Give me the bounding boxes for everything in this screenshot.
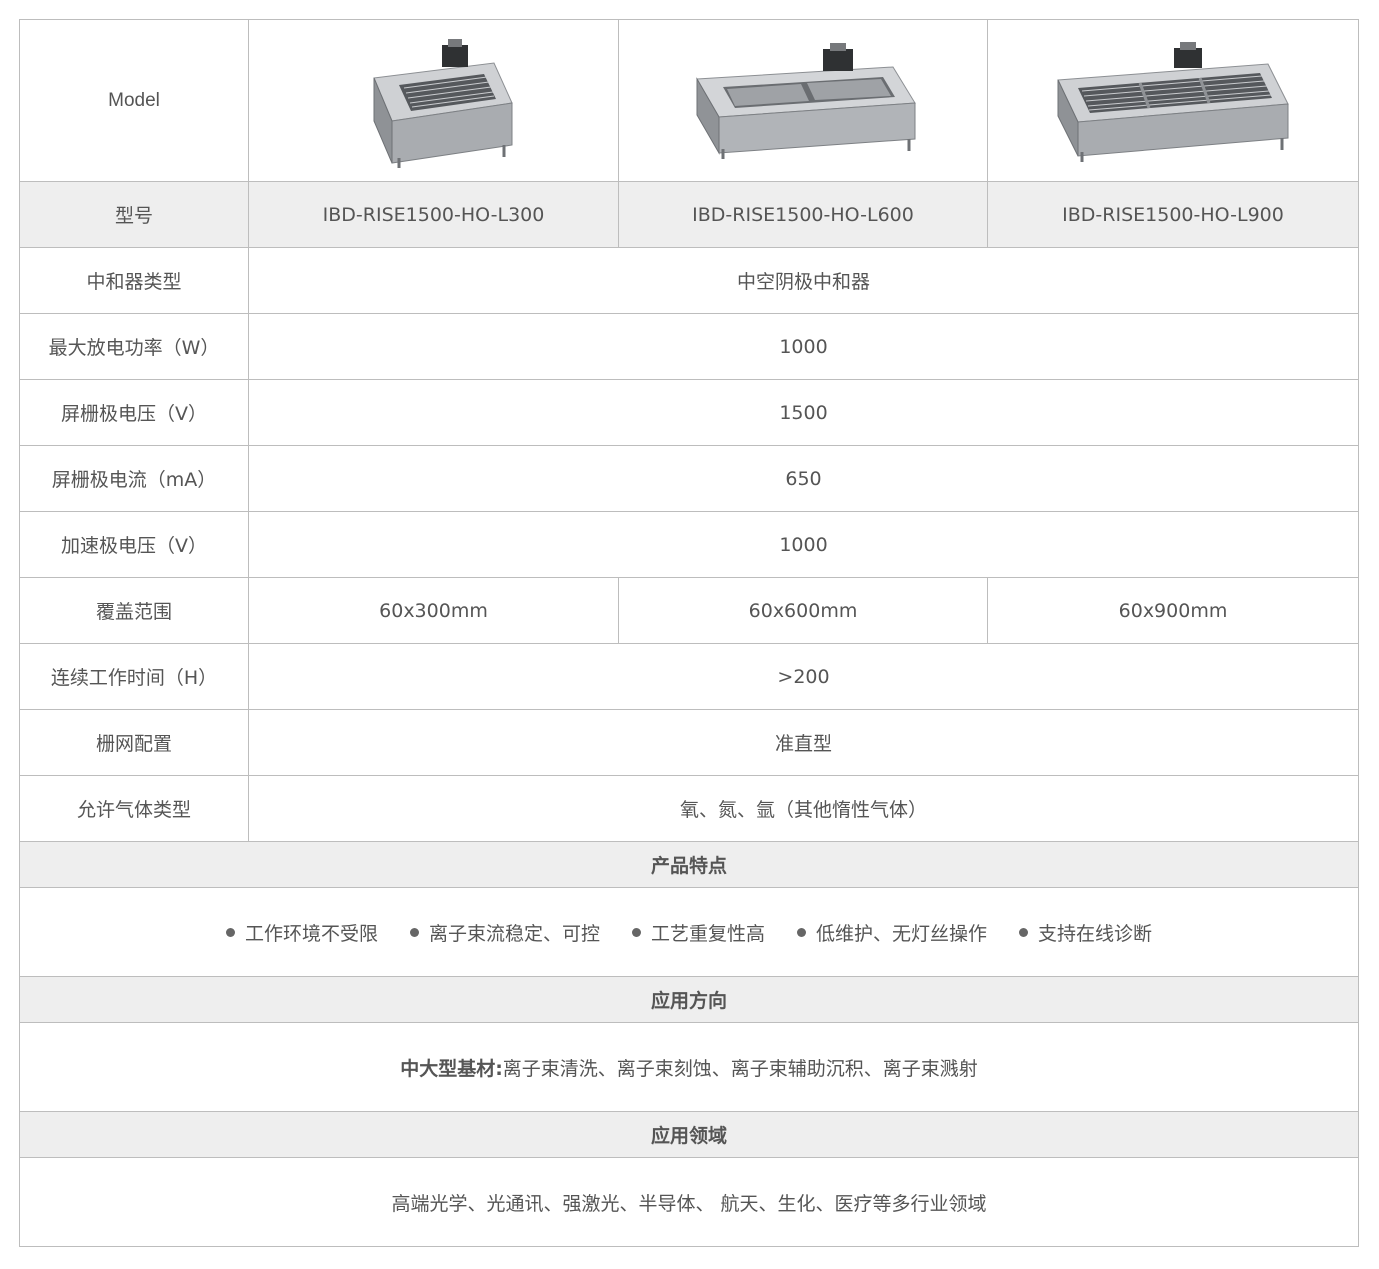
feature-item: 支持在线诊断 [1019, 919, 1152, 946]
screen-current-label: 屏栅极电流（mA） [19, 445, 249, 512]
continuous-time-label: 连续工作时间（H） [19, 643, 249, 710]
features-title-row: 产品特点 [19, 841, 1359, 888]
gas-types-label: 允许气体类型 [19, 775, 249, 842]
discharge-power-label: 最大放电功率（W） [19, 313, 249, 380]
fields-row: 高端光学、光通讯、强激光、半导体、 航天、生化、医疗等多行业领域 [19, 1157, 1359, 1247]
screen-voltage-label: 屏栅极电压（V） [19, 379, 249, 446]
feature-item: 工艺重复性高 [631, 919, 765, 946]
coverage-row: 覆盖范围 60x300mm 60x600mm 60x900mm [19, 577, 1359, 644]
model-value-l900: IBD-RISE1500-HO-L900 [987, 181, 1359, 248]
fields-text: 高端光学、光通讯、强激光、半导体、 航天、生化、医疗等多行业领域 [19, 1157, 1359, 1247]
feature-text: 支持在线诊断 [1038, 922, 1153, 945]
ion-source-l600-image [696, 42, 916, 159]
screen-current-value: 650 [248, 445, 1359, 512]
gas-types-row: 允许气体类型 氧、氮、氩（其他惰性气体） [19, 775, 1359, 842]
screen-voltage-value: 1500 [248, 379, 1359, 446]
bullet-icon [1019, 927, 1029, 937]
feature-text: 工作环境不受限 [244, 922, 378, 945]
fields-title: 应用领域 [19, 1111, 1359, 1158]
feature-item: 工作环境不受限 [225, 919, 378, 946]
continuous-time-value: >200 [248, 643, 1359, 710]
feature-text: 离子束流稳定、可控 [428, 922, 600, 945]
model-label: 型号 [19, 181, 249, 248]
gas-types-value: 氧、氮、氩（其他惰性气体） [248, 775, 1359, 842]
feature-text: 低维护、无灯丝操作 [816, 922, 988, 945]
screen-voltage-row: 屏栅极电压（V） 1500 [19, 379, 1359, 446]
features-row: 工作环境不受限 离子束流稳定、可控 工艺重复性高 低维护、无灯丝操作 支持在线诊… [19, 887, 1359, 977]
screen-current-row: 屏栅极电流（mA） 650 [19, 445, 1359, 512]
applications-row: 中大型基材:离子束清洗、离子束刻蚀、离子束辅助沉积、离子束溅射 [19, 1022, 1359, 1112]
applications-cell: 中大型基材:离子束清洗、离子束刻蚀、离子束辅助沉积、离子束溅射 [19, 1022, 1359, 1112]
neutralizer-label: 中和器类型 [19, 247, 249, 314]
coverage-value-l900: 60x900mm [987, 577, 1359, 644]
applications-text: 离子束清洗、离子束刻蚀、离子束辅助沉积、离子束溅射 [502, 1057, 978, 1080]
model-heading: Model [19, 19, 249, 182]
features-list: 工作环境不受限 离子束流稳定、可控 工艺重复性高 低维护、无灯丝操作 支持在线诊… [20, 919, 1358, 946]
discharge-power-row: 最大放电功率（W） 1000 [19, 313, 1359, 380]
bullet-icon [797, 927, 806, 937]
accel-voltage-row: 加速极电压（V） 1000 [19, 511, 1359, 578]
coverage-label: 覆盖范围 [19, 577, 249, 644]
accel-voltage-label: 加速极电压（V） [19, 511, 249, 578]
product-image-l900 [987, 19, 1359, 182]
coverage-value-l600: 60x600mm [618, 577, 988, 644]
features-title: 产品特点 [19, 841, 1359, 888]
applications-prefix: 中大型基材: [400, 1057, 503, 1080]
applications-title-row: 应用方向 [19, 976, 1359, 1023]
feature-text: 工艺重复性高 [650, 922, 765, 945]
fields-title-row: 应用领域 [19, 1111, 1359, 1158]
model-value-l300: IBD-RISE1500-HO-L300 [248, 181, 619, 248]
feature-item: 离子束流稳定、可控 [409, 919, 600, 946]
bullet-icon [409, 927, 419, 937]
model-row: 型号 IBD-RISE1500-HO-L300 IBD-RISE1500-HO-… [19, 181, 1359, 248]
neutralizer-row: 中和器类型 中空阴极中和器 [19, 247, 1359, 314]
continuous-time-row: 连续工作时间（H） >200 [19, 643, 1359, 710]
applications-title: 应用方向 [19, 976, 1359, 1023]
product-image-l300 [248, 19, 619, 182]
model-header-row: Model [19, 19, 1359, 182]
spec-table: Model 型号 IBD-RISE1500-HO-L300 IBD-RISE15… [19, 19, 1359, 1247]
neutralizer-value: 中空阴极中和器 [248, 247, 1359, 314]
ion-source-l300-image [372, 39, 513, 168]
features-cell: 工作环境不受限 离子束流稳定、可控 工艺重复性高 低维护、无灯丝操作 支持在线诊… [19, 887, 1359, 977]
ion-source-l900-image [1057, 42, 1289, 162]
grid-config-value: 准直型 [248, 709, 1359, 776]
bullet-icon [225, 927, 235, 937]
feature-item: 低维护、无灯丝操作 [797, 919, 987, 946]
accel-voltage-value: 1000 [248, 511, 1359, 578]
discharge-power-value: 1000 [248, 313, 1359, 380]
product-image-l600 [618, 19, 988, 182]
model-value-l600: IBD-RISE1500-HO-L600 [618, 181, 988, 248]
coverage-value-l300: 60x300mm [248, 577, 619, 644]
grid-config-label: 栅网配置 [19, 709, 249, 776]
bullet-icon [631, 927, 641, 937]
grid-config-row: 栅网配置 准直型 [19, 709, 1359, 776]
